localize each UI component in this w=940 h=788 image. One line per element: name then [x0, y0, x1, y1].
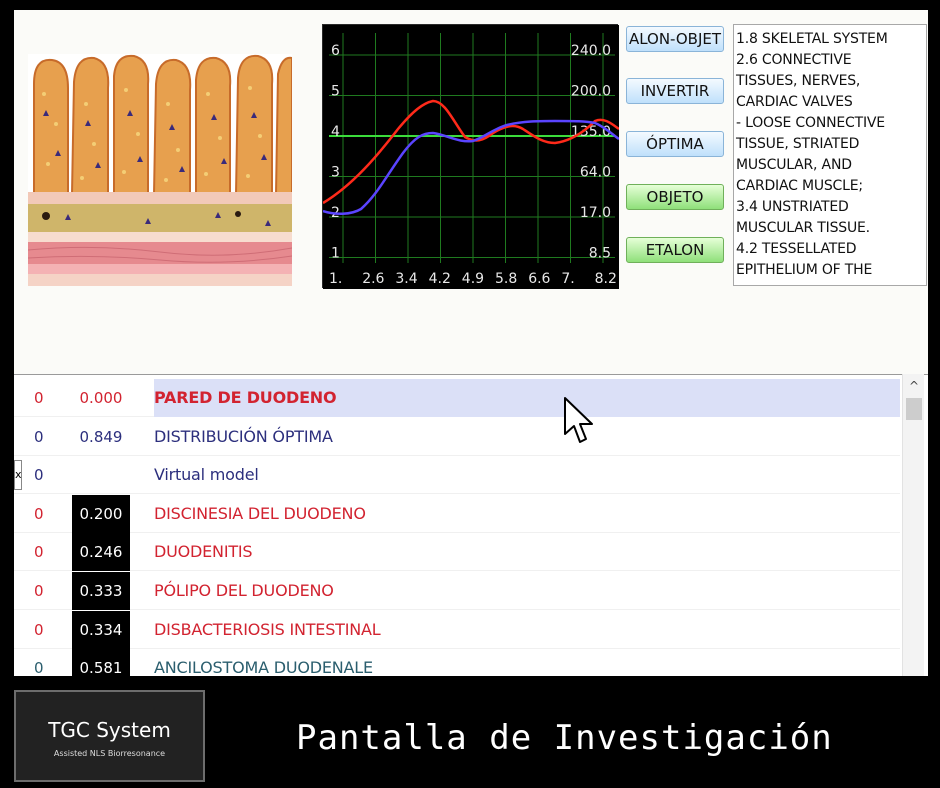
row-index: 0 — [34, 582, 44, 600]
screen-caption: Pantalla de Investigación — [296, 718, 833, 758]
y-left-tick-label: 4 — [331, 124, 340, 140]
x-tick-label: 4.2 — [429, 271, 451, 287]
result-row[interactable]: 0 0.246 DUODENITIS — [14, 533, 900, 572]
result-row[interactable]: 0 0.200 DISCINESIA DEL DUODENO — [14, 494, 900, 533]
row-value: 0.000 — [79, 389, 123, 407]
x-tick-label: 5.8 — [495, 271, 517, 287]
row-index: 0 — [34, 620, 44, 639]
x-tick-label: 6.6 — [528, 271, 550, 287]
analysis-pane: 6 5 4 3 2 1 240.0 200.0 135.0 64.0 17.0 8.5 1. 2.6 3.4… — [14, 10, 928, 374]
row-value: 0.333 — [72, 572, 130, 610]
y-left-tick-label: 1 — [331, 246, 340, 262]
row-name: DISCINESIA DEL DUODENO — [154, 503, 366, 523]
x-tick-label: 1. — [329, 271, 342, 287]
y-left-tick-label: 3 — [331, 165, 340, 181]
duodenum-tissue-image — [28, 54, 292, 286]
description-line: EPITHELIUM OF THE — [736, 262, 873, 278]
description-line: 3.4 UNSTRIATED — [736, 199, 849, 215]
description-line: MUSCULAR, AND — [736, 157, 852, 173]
result-row[interactable]: 0 0.849 DISTRIBUCIÓN ÓPTIMA — [14, 418, 900, 456]
row-index: 0 — [34, 659, 44, 676]
description-line: 1.8 SKELETAL SYSTEM — [736, 31, 888, 47]
x-tick-label: 3.4 — [395, 271, 417, 287]
y-right-tick-label: 8.5 — [589, 246, 611, 262]
description-text-box[interactable]: 1.8 SKELETAL SYSTEM 2.6 CONNECTIVE TISSUES… — [733, 24, 927, 286]
row-name: PÓLIPO DEL DUODENO — [154, 581, 334, 600]
row-value: 0.200 — [72, 494, 130, 533]
row-index: 0 — [34, 427, 44, 446]
y-left-tick-label: 5 — [331, 84, 340, 100]
etalon-objeto-button[interactable]: ALON-OBJET — [626, 26, 724, 52]
row-name: DUODENITIS — [154, 542, 253, 562]
row-name: DISBACTERIOSIS INTESTINAL — [154, 619, 381, 639]
description-line: CARDIAC MUSCLE; — [736, 178, 863, 194]
spectrum-graph: 6 5 4 3 2 1 240.0 200.0 135.0 64.0 17.0 8.5 1. 2.6 3.4… — [322, 24, 619, 289]
x-tick-label: 2.6 — [362, 271, 384, 287]
y-right-tick-label: 17.0 — [580, 205, 611, 221]
row-name: Virtual model — [154, 465, 259, 485]
objeto-button[interactable]: OBJETO — [626, 184, 724, 210]
result-row[interactable]: 0 Virtual model — [14, 456, 900, 495]
row-value: 0.246 — [72, 533, 130, 572]
row-index: 0 — [34, 466, 44, 485]
scroll-thumb[interactable] — [906, 398, 922, 420]
logo-title: TGC System — [48, 718, 171, 742]
y-left-tick-label: 6 — [331, 43, 340, 59]
result-row[interactable]: 0 0.333 PÓLIPO DEL DUODENO — [14, 572, 900, 610]
y-right-tick-label: 64.0 — [580, 165, 611, 181]
row-value: 0.581 — [72, 649, 130, 676]
x-tick-label: 8.2 — [595, 271, 617, 287]
x-tick-label: 7. — [561, 271, 574, 287]
brand-logo: TGC System Assisted NLS Biorresonance — [14, 690, 205, 782]
description-line: - LOOSE CONNECTIVE — [736, 115, 885, 131]
close-tab-button[interactable]: x — [14, 460, 22, 490]
scroll-up-icon[interactable]: ^ — [903, 376, 925, 396]
vertical-scrollbar[interactable]: ^ — [902, 374, 924, 676]
row-value — [72, 456, 130, 494]
optima-button[interactable]: ÓPTIMA — [626, 131, 724, 157]
logo-subtitle: Assisted NLS Biorresonance — [53, 749, 166, 758]
row-name: DISTRIBUCIÓN ÓPTIMA — [154, 426, 333, 446]
application-window: 6 5 4 3 2 1 240.0 200.0 135.0 64.0 17.0 8.5 1. 2.6 3.4… — [14, 10, 928, 676]
description-line: MUSCULAR TISSUE. — [736, 220, 870, 236]
result-row[interactable]: 0 0.000 PARED DE DUODENO — [14, 379, 900, 417]
invertir-button[interactable]: INVERTIR — [626, 78, 724, 104]
row-name: PARED DE DUODENO — [154, 379, 900, 417]
row-index: 0 — [34, 504, 44, 523]
etalon-button[interactable]: ETALON — [626, 237, 724, 263]
mouse-pointer-icon — [564, 397, 593, 443]
row-index: 0 — [34, 543, 44, 562]
description-line: TISSUES, NERVES, — [736, 73, 861, 89]
row-value: 0.849 — [79, 427, 123, 446]
row-index: 0 — [34, 389, 44, 407]
description-line: CARDIAC VALVES — [736, 94, 853, 110]
y-right-tick-label: 200.0 — [571, 84, 611, 100]
result-row[interactable]: 0 0.334 DISBACTERIOSIS INTESTINAL — [14, 610, 900, 649]
row-name: ANCILOSTOMA DUODENALE — [154, 658, 373, 676]
x-tick-label: 4.9 — [462, 271, 484, 287]
y-right-tick-label: 240.0 — [571, 43, 611, 59]
description-line: TISSUE, STRIATED — [736, 136, 860, 152]
description-line: 2.6 CONNECTIVE — [736, 52, 852, 68]
description-line: 4.2 TESSELLATED — [736, 241, 857, 257]
graph-background — [323, 25, 619, 289]
row-value: 0.334 — [72, 610, 130, 649]
results-list: 0 0.000 PARED DE DUODENO 0 0.849 DISTRIBUCIÓN… — [14, 374, 928, 676]
result-row[interactable]: 0 0.581 ANCILOSTOMA DUODENALE — [14, 649, 900, 676]
